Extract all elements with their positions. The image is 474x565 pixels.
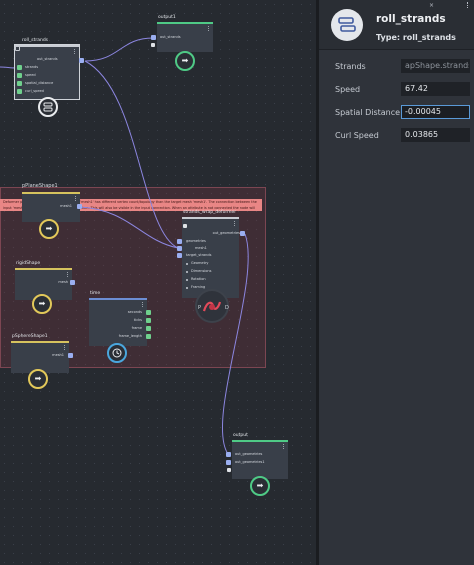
port-label-mesh: mesh xyxy=(58,280,68,284)
port-label-target-strands: target_strands xyxy=(186,253,212,257)
port-label-curl-speed: curl_speed xyxy=(25,89,44,93)
port-out-mesh[interactable] xyxy=(70,280,75,285)
section-bullet xyxy=(186,263,188,265)
panel-header: roll_strands Type: roll_strands × xyxy=(319,0,474,50)
node-menu-icon[interactable] xyxy=(208,26,209,31)
speed-field[interactable]: 67.42 xyxy=(401,82,470,96)
node-menu-icon[interactable] xyxy=(74,49,75,54)
section-bullet xyxy=(186,287,188,289)
node-title-output: output xyxy=(233,433,248,438)
section-rotation[interactable]: Rotation xyxy=(191,277,206,282)
deformer-letter-p: P xyxy=(198,305,202,311)
port-label-out-geometries: out_geometries xyxy=(235,452,263,456)
node-title-psphereshape1: pSphereShape1 xyxy=(12,334,48,339)
port-label-ticks: ticks xyxy=(133,318,142,322)
port-label-strands: strands xyxy=(25,65,39,69)
prop-label-curl-speed: Curl Speed xyxy=(335,131,379,140)
port-frame[interactable] xyxy=(146,326,151,331)
spatial-distance-field[interactable]: -0.00045 xyxy=(401,105,470,119)
node-toggle[interactable] xyxy=(15,46,20,51)
port-out-mesh1[interactable] xyxy=(77,204,82,209)
arrow-right-icon[interactable]: ➡ xyxy=(175,51,195,71)
deformer-letter-d: D xyxy=(225,305,229,311)
port-in-target-strands[interactable] xyxy=(177,253,182,258)
node-menu-icon[interactable] xyxy=(234,221,235,226)
port-ticks[interactable] xyxy=(146,318,151,323)
port-label-mesh1: mesh1 xyxy=(52,353,64,357)
port-label-out-strands: out_strands xyxy=(37,57,58,61)
port-speed-in[interactable] xyxy=(17,73,22,78)
strands-node-icon xyxy=(331,9,363,41)
node-graph-canvas[interactable]: pPlaneShape1 Deformer problem: The sourc… xyxy=(0,0,316,565)
port-in-geometries[interactable] xyxy=(177,239,182,244)
port-label-spatial-distance: spatial_distance xyxy=(25,81,54,85)
curl-speed-field[interactable]: 0.03865 xyxy=(401,128,470,142)
properties-panel: roll_strands Type: roll_strands × Strand… xyxy=(319,0,474,565)
port-label-mesh1: mesh1 xyxy=(60,204,72,208)
arrow-right-icon[interactable]: ➡ xyxy=(32,294,52,314)
port-out-strands[interactable] xyxy=(79,58,84,63)
arrow-right-icon[interactable]: ➡ xyxy=(39,219,59,239)
node-menu-icon[interactable] xyxy=(64,345,65,350)
port-spatial-distance-in[interactable] xyxy=(17,81,22,86)
strands-field[interactable]: apShape.strands xyxy=(401,59,470,73)
node-toggle[interactable] xyxy=(183,224,187,228)
close-icon[interactable]: × xyxy=(429,2,434,9)
wire-roll-to-output1 xyxy=(84,37,154,62)
node-title-roll-strands: roll_strands xyxy=(22,38,49,43)
wire-left-to-roll xyxy=(0,66,16,69)
port-curl-speed-in[interactable] xyxy=(17,89,22,94)
panel-node-name: roll_strands xyxy=(376,13,446,25)
more-options-icon[interactable] xyxy=(467,2,469,8)
node-title-rigidshape: rigidShape xyxy=(16,261,41,266)
port-in-extra[interactable] xyxy=(227,468,231,472)
section-bullet xyxy=(186,271,188,273)
port-label-mesh1: mesh1 xyxy=(195,246,207,250)
panel-node-type: Type: roll_strands xyxy=(376,33,456,42)
port-in-out-geometries[interactable] xyxy=(226,452,231,457)
port-label-out-geometries: out_geometries xyxy=(212,231,240,235)
section-geometry[interactable]: Geometry xyxy=(191,261,208,266)
prop-label-spatial-distance: Spatial Distance xyxy=(335,108,401,117)
prop-label-speed: Speed xyxy=(335,85,361,94)
wire-plane-to-deformer xyxy=(79,206,179,249)
port-strands-in[interactable] xyxy=(17,65,22,70)
port-label-out-geometries1: out_geometries1 xyxy=(235,460,265,464)
roll-strands-icon[interactable] xyxy=(38,97,58,117)
port-label-frame-length: frame_length xyxy=(118,334,142,338)
port-in-mesh1[interactable] xyxy=(177,246,182,251)
arrow-right-icon[interactable]: ➡ xyxy=(250,476,270,496)
port-label-speed: speed xyxy=(25,73,36,77)
port-label-seconds: seconds xyxy=(127,310,142,314)
prop-label-strands: Strands xyxy=(335,62,366,71)
port-out-geometries[interactable] xyxy=(240,231,245,236)
node-menu-icon[interactable] xyxy=(142,302,143,307)
port-in-out-geometries1[interactable] xyxy=(226,460,231,465)
node-title-output1: output1 xyxy=(158,15,176,20)
arrow-right-icon[interactable]: ➡ xyxy=(28,369,48,389)
clock-icon[interactable] xyxy=(107,343,127,363)
node-title-time: time xyxy=(90,291,101,296)
node-title-strands-wrap-deformer: strands_wrap_deformer xyxy=(183,210,237,215)
node-menu-icon[interactable] xyxy=(67,272,68,277)
app-root: pPlaneShape1 Deformer problem: The sourc… xyxy=(0,0,474,565)
node-menu-icon[interactable] xyxy=(283,444,284,449)
port-label-geometries: geometries xyxy=(186,239,206,243)
wire-roll-to-deformer xyxy=(84,60,179,249)
node-menu-icon[interactable] xyxy=(75,196,76,201)
section-framing[interactable]: Framing xyxy=(191,285,205,290)
port-out-mesh1[interactable] xyxy=(68,353,73,358)
section-dimensions[interactable]: Dimensions xyxy=(191,269,211,274)
section-bullet xyxy=(186,279,188,281)
port-seconds[interactable] xyxy=(146,310,151,315)
port-frame-length[interactable] xyxy=(146,334,151,339)
port-label-out-strands: out_strands xyxy=(160,35,181,39)
port-in-strands[interactable] xyxy=(151,35,156,40)
port-in-extra[interactable] xyxy=(151,43,155,47)
port-label-frame: frame xyxy=(131,326,142,330)
